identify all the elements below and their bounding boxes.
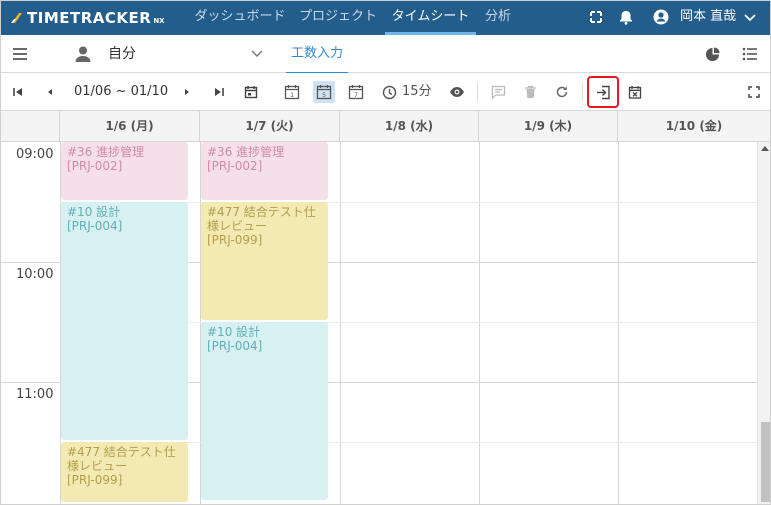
calendar-event[interactable]: #36 進捗管理 [PRJ-002]: [201, 142, 328, 200]
bell-icon[interactable]: [617, 8, 635, 26]
next-icon: [185, 89, 189, 95]
preview-button[interactable]: [446, 81, 468, 103]
svg-text:7: 7: [354, 92, 358, 99]
day-header-thu: 1/9 (木): [479, 111, 618, 142]
day-header-wed: 1/8 (水): [340, 111, 479, 142]
interval-value[interactable]: 15分: [402, 73, 432, 111]
prev-button[interactable]: [39, 81, 61, 103]
fullscreen-icon: [748, 86, 760, 98]
user-select[interactable]: 自分: [108, 35, 136, 73]
toolbar-divider: [582, 83, 583, 101]
svg-text:5: 5: [322, 92, 326, 99]
event-title: #477 結合テスト仕様レビュー: [207, 205, 316, 233]
tab-effort-input[interactable]: 工数入力: [286, 35, 348, 74]
scroll-thumb[interactable]: [761, 422, 770, 502]
top-navigation: TIMETRACKER NX ダッシュボード プロジェクト タイムシート 分析 …: [0, 0, 771, 35]
day-view-button[interactable]: 1: [281, 81, 303, 103]
toolbar-divider: [477, 83, 478, 101]
day-view-icon: 1: [284, 85, 300, 100]
calendar-event[interactable]: #477 結合テスト仕様レビュー [PRJ-099]: [201, 202, 328, 320]
event-project: [PRJ-099]: [67, 473, 123, 487]
event-title: #477 結合テスト仕様レビュー: [67, 445, 176, 473]
vertical-scrollbar[interactable]: [757, 142, 771, 505]
refresh-icon: [556, 86, 568, 98]
last-page-button[interactable]: [208, 81, 230, 103]
five-day-view-button[interactable]: 5: [313, 81, 335, 103]
delete-icon: [524, 85, 536, 98]
time-label-0900: 09:00: [16, 147, 54, 162]
event-title: #36 進捗管理: [67, 145, 145, 159]
week-calendar: 1/6 (月) 1/7 (火) 1/8 (水) 1/9 (木) 1/10 (金)…: [0, 111, 771, 505]
nav-tab-dashboard[interactable]: ダッシュボード: [190, 0, 290, 35]
nav-tab-timesheet[interactable]: タイムシート: [385, 0, 476, 35]
eye-icon: [450, 87, 464, 97]
last-page-icon: [215, 88, 224, 96]
account-icon[interactable]: [652, 8, 670, 26]
date-range[interactable]: 01/06 ~ 01/10: [74, 73, 168, 111]
logo-mark-icon: [11, 13, 22, 23]
column-divider: [479, 142, 480, 505]
logo-text: TIMETRACKER: [27, 9, 152, 27]
scroll-up-icon[interactable]: [761, 146, 769, 151]
event-title: #36 進捗管理: [207, 145, 285, 159]
event-project: [PRJ-099]: [207, 233, 263, 247]
person-icon: [75, 46, 91, 62]
five-day-view-icon: 5: [316, 85, 332, 100]
first-page-icon: [13, 88, 22, 96]
clear-calendar-icon: [628, 86, 642, 99]
week-view-icon: 7: [348, 85, 364, 100]
nav-tab-project[interactable]: プロジェクト: [294, 0, 382, 35]
svg-text:1: 1: [290, 92, 294, 99]
app-logo[interactable]: TIMETRACKER NX: [10, 7, 165, 29]
comment-button[interactable]: [487, 81, 509, 103]
column-divider: [340, 142, 341, 505]
expand-button[interactable]: [743, 81, 765, 103]
import-icon: [596, 85, 610, 99]
toolbar: 01/06 ~ 01/10 1 5 7 15分: [0, 73, 771, 111]
date-picker-button[interactable]: [240, 81, 262, 103]
first-page-button[interactable]: [7, 81, 29, 103]
nav-tab-analysis[interactable]: 分析: [478, 0, 518, 35]
event-project: [PRJ-002]: [207, 159, 263, 173]
day-header-mon: 1/6 (月): [60, 111, 200, 142]
interval-button[interactable]: [378, 81, 400, 103]
calendar-icon: [244, 86, 258, 99]
delete-button[interactable]: [519, 81, 541, 103]
event-project: [PRJ-004]: [207, 339, 263, 353]
logo-sub: NX: [153, 17, 165, 25]
event-title: #10 設計: [207, 325, 261, 339]
event-project: [PRJ-004]: [67, 219, 123, 233]
comment-icon: [491, 85, 505, 99]
list-icon[interactable]: [742, 47, 758, 61]
week-view-button[interactable]: 7: [345, 81, 367, 103]
event-project: [PRJ-002]: [67, 159, 123, 173]
calendar-event[interactable]: #10 設計 [PRJ-004]: [201, 322, 328, 500]
chevron-down-icon[interactable]: [250, 48, 264, 60]
calendar-event[interactable]: #36 進捗管理 [PRJ-002]: [61, 142, 188, 200]
clear-calendar-button[interactable]: [624, 81, 646, 103]
pie-chart-icon[interactable]: [705, 47, 720, 62]
calendar-grid[interactable]: 09:00 10:00 11:00 #36 進捗管理 [PRJ-002] #10…: [0, 142, 771, 505]
day-header-tue: 1/7 (火): [200, 111, 340, 142]
time-label-1100: 11:00: [16, 387, 54, 402]
column-divider: [618, 142, 619, 505]
time-label-1000: 10:00: [16, 267, 54, 282]
menu-icon[interactable]: [12, 47, 28, 61]
day-header-fri: 1/10 (金): [618, 111, 771, 142]
sub-bar: 自分 工数入力: [0, 35, 771, 74]
clock-icon: [382, 85, 396, 99]
calendar-event[interactable]: #477 結合テスト仕様レビュー [PRJ-099]: [61, 442, 188, 502]
import-button[interactable]: [587, 76, 619, 108]
chevron-down-icon[interactable]: [741, 8, 759, 26]
prev-icon: [48, 89, 52, 95]
fullscreen-icon[interactable]: [587, 8, 605, 26]
time-column-header: [0, 111, 60, 142]
next-button[interactable]: [176, 81, 198, 103]
event-title: #10 設計: [67, 205, 121, 219]
user-name[interactable]: 岡本 直哉: [680, 0, 736, 35]
calendar-event[interactable]: #10 設計 [PRJ-004]: [61, 202, 188, 440]
refresh-button[interactable]: [551, 81, 573, 103]
